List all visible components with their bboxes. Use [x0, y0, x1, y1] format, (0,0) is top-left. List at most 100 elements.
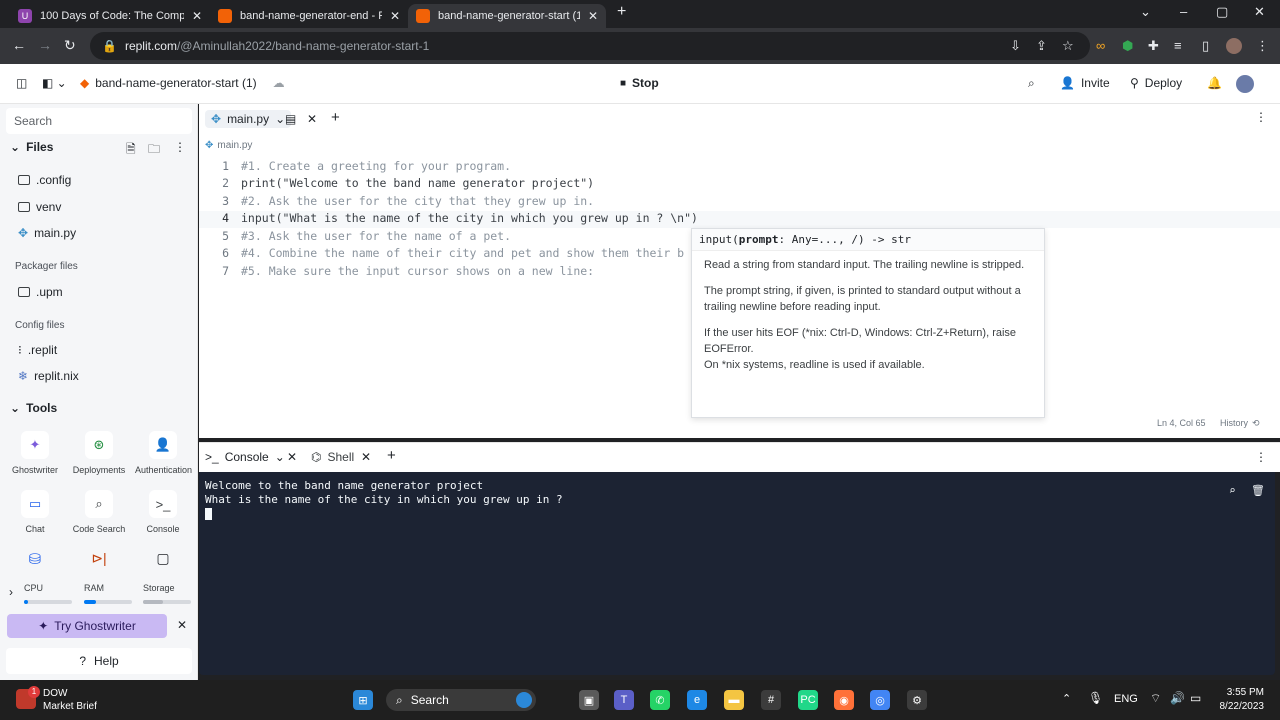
try-ghostwriter-button[interactable]: ✦ Try Ghostwriter — [7, 614, 167, 638]
reading-list-icon[interactable]: ≡ — [1174, 38, 1182, 53]
editor-menu-icon[interactable]: ⋮ — [1255, 110, 1267, 124]
notifications-bell-icon[interactable]: 🔔 — [1207, 76, 1222, 90]
language-indicator[interactable]: ENG — [1114, 693, 1138, 705]
search-icon[interactable]: ⌕ — [1028, 76, 1035, 91]
wifi-icon[interactable]: ⌔ — [1150, 691, 1161, 706]
tool-console[interactable]: >_ Console — [135, 490, 191, 534]
console-output[interactable]: Welcome to the band name generator proje… — [199, 472, 1275, 675]
close-tab-icon[interactable]: ✕ — [192, 9, 202, 23]
invite-button[interactable]: 👤 Invite — [1060, 76, 1110, 90]
tool-authentication[interactable]: 👤 Authentication — [135, 431, 192, 475]
microphone-icon[interactable]: 🎙 — [1088, 691, 1103, 705]
clear-console-icon[interactable]: 🗑 — [1251, 484, 1265, 498]
windows-start-icon[interactable]: ⊞ — [353, 690, 373, 710]
new-tab-button[interactable]: + — [617, 3, 626, 21]
file-explorer-icon[interactable]: ▬ — [724, 690, 744, 710]
user-avatar[interactable] — [1236, 75, 1254, 93]
battery-icon[interactable]: ▭ — [1190, 691, 1201, 705]
deploy-button[interactable]: ⚲ Deploy — [1130, 76, 1182, 90]
chrome-menu-icon[interactable]: ⋮ — [1256, 38, 1269, 54]
bookmark-star-icon[interactable]: ☆ — [1062, 38, 1074, 54]
maximize-icon[interactable]: ▢ — [1216, 4, 1228, 20]
pycharm-icon[interactable]: PC — [798, 690, 818, 710]
install-icon[interactable]: ⇩ — [1010, 38, 1021, 54]
layout-icon[interactable]: ◧ ⌄ — [42, 76, 67, 90]
close-editor-tab-icon[interactable]: ✕ — [307, 112, 317, 126]
new-file-icon[interactable]: 🗎 — [126, 140, 136, 161]
sidebar-search-input[interactable]: Search — [6, 108, 192, 134]
help-button[interactable]: ? Help — [6, 648, 192, 674]
tab-search-icon[interactable]: ⌄ — [1140, 4, 1151, 20]
chevron-up-icon[interactable]: ⌃ — [1062, 692, 1071, 705]
storage-icon[interactable]: ▢ — [135, 550, 191, 567]
task-view-icon[interactable]: ▣ — [579, 690, 599, 710]
tool-ghostwriter[interactable]: ✦ Ghostwriter — [7, 431, 63, 475]
extension-icon[interactable]: ∞ — [1096, 38, 1105, 53]
file-item-config[interactable]: .config — [18, 173, 71, 187]
tool-code-search[interactable]: ⌕ Code Search — [71, 490, 127, 534]
calculator-icon[interactable]: # — [761, 690, 781, 710]
code-line-2[interactable]: 2 print("Welcome to the band name generat… — [199, 176, 594, 193]
pane-icon[interactable]: ▤ — [285, 112, 296, 126]
close-tab-icon[interactable]: ✕ — [588, 9, 598, 23]
tab-console[interactable]: >_ Console ⌄ — [205, 450, 285, 464]
settings-gear-icon[interactable]: ⚙ — [907, 690, 927, 710]
browser-tab-end[interactable]: band-name-generator-end - Rep ✕ — [210, 4, 408, 28]
sidebar-toggle-icon[interactable]: ◫ — [16, 76, 27, 90]
firefox-icon[interactable]: ◉ — [834, 690, 854, 710]
tab-shell[interactable]: ⌬ Shell — [311, 450, 354, 464]
code-line-3[interactable]: 3 #2. Ask the user for the city that they… — [199, 194, 594, 211]
console-search-icon[interactable]: ⌕ — [1229, 484, 1236, 498]
history-button[interactable]: History ⟲ — [1220, 418, 1260, 429]
add-pane-tab-icon[interactable]: + — [387, 447, 396, 464]
volume-icon[interactable]: 🔊 — [1170, 691, 1185, 705]
close-shell-tab-icon[interactable]: ✕ — [361, 450, 371, 464]
file-item-venv[interactable]: venv — [18, 200, 61, 214]
back-icon[interactable]: ← — [12, 37, 26, 53]
address-bar[interactable]: 🔒 replit.com/@Aminullah2022/band-name-ge… — [90, 32, 1090, 60]
file-item-upm[interactable]: .upm — [18, 285, 63, 299]
code-line-6[interactable]: 6 #4. Combine the name of their city and … — [199, 246, 684, 263]
file-item-main-py[interactable]: ✥ main.py — [18, 226, 76, 240]
browser-tab-course[interactable]: U 100 Days of Code: The Complete ✕ — [10, 4, 210, 28]
stop-button[interactable]: ■ Stop — [620, 76, 659, 90]
close-console-tab-icon[interactable]: ✕ — [287, 450, 297, 464]
side-panel-icon[interactable]: ▯ — [1202, 38, 1209, 54]
forward-icon[interactable]: → — [38, 37, 52, 53]
teams-icon[interactable]: T — [614, 690, 634, 710]
packager-icon[interactable]: ⊳| — [71, 550, 127, 567]
add-tab-icon[interactable]: + — [331, 109, 340, 126]
tools-section-header[interactable]: ⌄ Tools — [10, 401, 57, 415]
tab-main-py[interactable]: ✥ main.py ⌄ — [205, 110, 292, 128]
edge-icon[interactable]: e — [687, 690, 707, 710]
close-tab-icon[interactable]: ✕ — [390, 9, 400, 23]
files-section-header[interactable]: ⌄ Files — [10, 140, 53, 154]
tool-deployments[interactable]: ⊛ Deployments — [71, 431, 127, 475]
dismiss-ghostwriter-icon[interactable]: ✕ — [177, 618, 187, 632]
whatsapp-icon[interactable]: ✆ — [650, 690, 670, 710]
code-line-4[interactable]: 4 input("What is the name of the city in … — [199, 211, 1280, 228]
repl-name-button[interactable]: ◆ band-name-generator-start (1) ☁ — [80, 76, 285, 90]
code-line-1[interactable]: 1 #1. Create a greeting for your program. — [199, 159, 511, 176]
browser-tab-start[interactable]: band-name-generator-start (1) - ✕ — [408, 4, 606, 28]
code-line-7[interactable]: 7 #5. Make sure the input cursor shows on… — [199, 264, 594, 281]
code-line-5[interactable]: 5 #3. Ask the user for the name of a pet. — [199, 229, 511, 246]
file-item-replit[interactable]: ⁝ .replit — [18, 343, 57, 357]
reload-icon[interactable]: ↻ — [64, 37, 76, 54]
widget-text[interactable]: DOW Market Brief — [43, 687, 97, 713]
new-folder-icon[interactable]: 🗀 — [148, 140, 160, 161]
console-menu-icon[interactable]: ⋮ — [1255, 450, 1267, 464]
file-item-replit-nix[interactable]: ❄ replit.nix — [18, 369, 79, 383]
puzzle-icon[interactable]: ✚ — [1148, 38, 1159, 54]
shield-extension-icon[interactable]: ⬢ — [1122, 38, 1133, 54]
minimize-icon[interactable]: – — [1180, 4, 1187, 19]
tool-chat[interactable]: ▭ Chat — [7, 490, 63, 534]
chevron-right-icon[interactable]: › — [9, 585, 13, 599]
database-icon[interactable]: ⛁ — [7, 550, 63, 568]
taskbar-search[interactable]: ⌕ Search — [386, 689, 536, 711]
files-menu-icon[interactable]: ⋮ — [174, 140, 186, 154]
share-icon[interactable]: ⇪ — [1036, 38, 1047, 54]
profile-avatar[interactable] — [1226, 38, 1242, 54]
chrome-icon[interactable]: ◎ — [870, 690, 890, 710]
clock[interactable]: 3:55 PM 8/22/2023 — [1214, 686, 1265, 714]
